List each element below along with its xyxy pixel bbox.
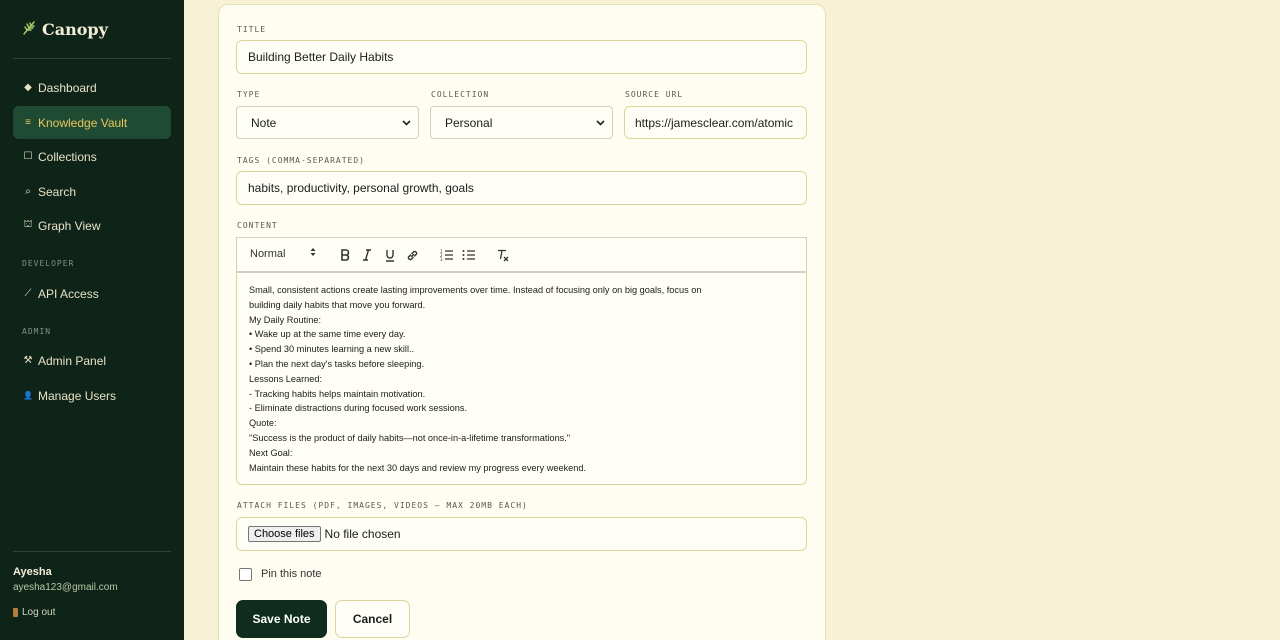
choose-files-button[interactable]: Choose files (248, 526, 321, 542)
content-line: Maintain these habits for the next 30 da… (249, 462, 587, 473)
chevron-down-icon (402, 119, 411, 126)
collection-value: Personal (445, 115, 493, 130)
sidebar-item-label: Collections (38, 149, 97, 164)
graph-icon: ⛫ (23, 219, 33, 230)
sidebar-item-search[interactable]: ⌕ Search (13, 175, 171, 208)
content-line: "Success is the product of daily habits—… (249, 432, 571, 443)
italic-icon[interactable] (359, 247, 375, 263)
type-label: TYPE (237, 90, 261, 99)
pin-label: Pin this note (261, 568, 322, 580)
collection-label: COLLECTION (431, 90, 490, 99)
sidebar-item-label: Dashboard (38, 80, 97, 95)
collection-select[interactable]: Personal (430, 106, 613, 139)
sidebar-item-collections[interactable]: ☐ Collections (13, 140, 171, 173)
sidebar: Canopy ◆ Dashboard ≡ Knowledge Vault ☐ C… (0, 0, 184, 640)
content-line: building daily habits that move you forw… (249, 299, 426, 310)
user-name: Ayesha (13, 566, 52, 578)
type-value: Note (251, 115, 277, 130)
type-select[interactable]: Note (236, 106, 419, 139)
vault-icon: ≡ (25, 117, 31, 128)
content-label: CONTENT (237, 221, 278, 230)
content-line: - Eliminate distractions during focused … (249, 403, 468, 414)
content-line: My Daily Routine: (249, 314, 321, 325)
brand-logo[interactable]: Canopy (22, 20, 108, 39)
app-name: Canopy (42, 20, 108, 39)
sidebar-item-dashboard[interactable]: ◆ Dashboard (13, 71, 171, 104)
bold-icon[interactable] (337, 247, 353, 263)
clear-format-icon[interactable] (495, 247, 511, 263)
attach-files-input: Choose files No file chosen (236, 517, 807, 551)
pin-checkbox[interactable] (239, 568, 252, 581)
content-editor[interactable]: Small, consistent actions create lasting… (236, 272, 807, 485)
logout-label: Log out (22, 607, 56, 618)
sidebar-item-manage-users[interactable]: 👤 Manage Users (13, 379, 171, 412)
file-status: No file chosen (324, 527, 401, 541)
tools-icon: ⚒ (23, 355, 33, 366)
section-label-developer: DEVELOPER (22, 259, 75, 268)
sidebar-item-label: Knowledge Vault (38, 115, 128, 130)
content-line: • Wake up at the same time every day. (249, 329, 406, 340)
search-icon: ⌕ (25, 186, 31, 197)
link-icon[interactable] (404, 247, 420, 263)
sidebar-item-graph-view[interactable]: ⛫ Graph View (13, 209, 171, 242)
ordered-list-icon[interactable]: 123 (439, 247, 455, 263)
updown-icon (310, 247, 316, 259)
sidebar-item-knowledge-vault[interactable]: ≡ Knowledge Vault (13, 106, 171, 139)
content-line: Next Goal: (249, 447, 293, 458)
sidebar-item-label: Manage Users (38, 388, 117, 403)
sidebar-item-label: Search (38, 184, 77, 199)
sidebar-divider (13, 551, 171, 552)
wand-icon: ⟋ (24, 288, 32, 299)
user-icon: 👤 (23, 391, 33, 400)
cancel-button[interactable]: Cancel (335, 600, 410, 638)
sidebar-item-label: API Access (38, 286, 99, 301)
tags-value: habits, productivity, personal growth, g… (248, 181, 474, 195)
user-email: ayesha123@gmail.com (13, 582, 118, 593)
source-url-value: https://jamesclear.com/atomic (635, 115, 794, 130)
format-select[interactable]: Normal (250, 248, 285, 260)
sidebar-item-label: Graph View (38, 218, 101, 233)
note-form-card: TITLE Building Better Daily Habits TYPE … (218, 4, 826, 640)
content-line: • Plan the next day's tasks before sleep… (249, 358, 425, 369)
sidebar-divider (13, 58, 171, 59)
logout-link[interactable]: Log out (13, 607, 55, 618)
attach-files-label: ATTACH FILES (PDF, IMAGES, VIDEOS — MAX … (237, 501, 528, 510)
editor-toolbar: Normal 123 (236, 237, 807, 272)
door-icon (13, 608, 18, 617)
content-line: - Tracking habits helps maintain motivat… (249, 388, 426, 399)
leaf-icon (22, 20, 36, 39)
diamond-icon: ◆ (24, 82, 32, 93)
source-url-input[interactable]: https://jamesclear.com/atomic (624, 106, 807, 139)
sidebar-item-admin-panel[interactable]: ⚒ Admin Panel (13, 344, 171, 377)
title-value: Building Better Daily Habits (248, 50, 394, 64)
underline-icon[interactable] (382, 247, 398, 263)
svg-text:3: 3 (440, 257, 443, 261)
bullet-list-icon[interactable] (461, 247, 477, 263)
content-line: Lessons Learned: (249, 373, 323, 384)
save-note-button[interactable]: Save Note (236, 600, 327, 638)
content-line: Small, consistent actions create lasting… (249, 285, 702, 295)
sidebar-item-api-access[interactable]: ⟋ API Access (13, 277, 171, 310)
title-input[interactable]: Building Better Daily Habits (236, 40, 807, 74)
chevron-down-icon (596, 119, 605, 126)
tags-input[interactable]: habits, productivity, personal growth, g… (236, 171, 807, 205)
content-line: • Spend 30 minutes learning a new skill.… (249, 344, 415, 355)
square-icon: ☐ (23, 151, 33, 162)
sidebar-item-label: Admin Panel (38, 353, 107, 368)
section-label-admin: ADMIN (22, 327, 52, 336)
content-line: Quote: (249, 418, 277, 429)
title-label: TITLE (237, 25, 267, 34)
source-url-label: SOURCE URL (625, 90, 684, 99)
tags-label: TAGS (COMMA-SEPARATED) (237, 156, 365, 165)
